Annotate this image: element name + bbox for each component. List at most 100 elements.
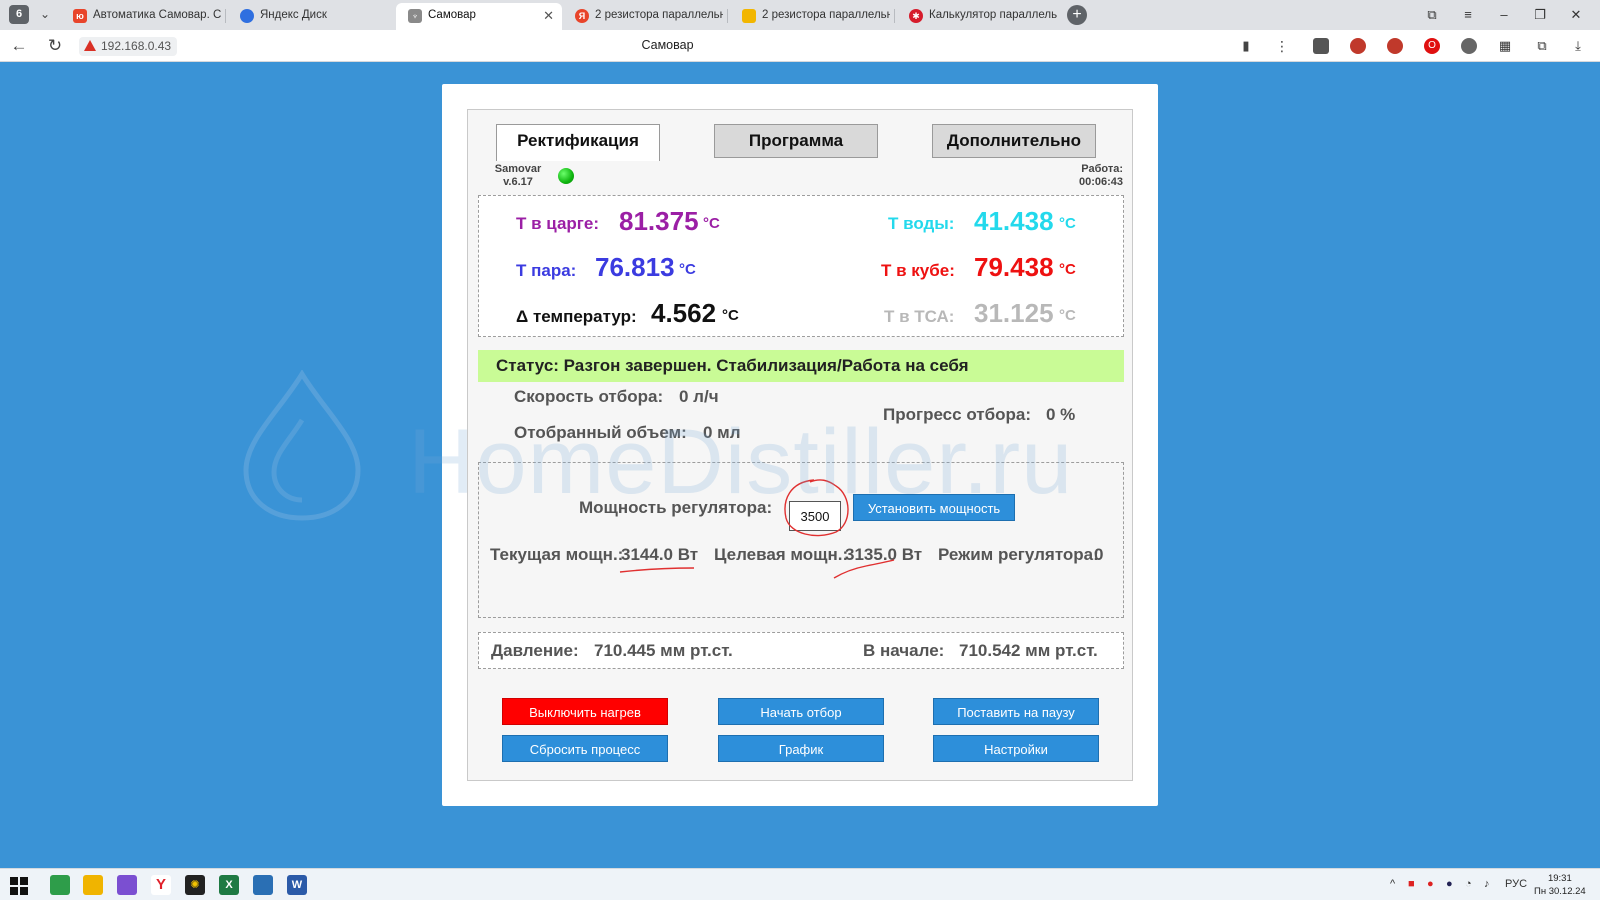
opera-icon[interactable]: O	[1424, 38, 1440, 54]
taskbar-clock[interactable]: 19:31 Пн 30.12.24	[1534, 872, 1586, 898]
image-viewer-icon[interactable]	[253, 875, 273, 895]
extension-icon[interactable]	[1350, 38, 1366, 54]
app-icon[interactable]	[50, 875, 70, 895]
target-power-label: Целевая мощн.:	[714, 545, 849, 564]
annotation-circle	[784, 479, 849, 537]
pause-button[interactable]: Поставить на паузу	[933, 698, 1099, 725]
regulator-mode-value: 0	[1094, 545, 1104, 564]
close-window-icon[interactable]: ✕	[1566, 5, 1586, 25]
new-tab-button[interactable]: +	[1067, 5, 1087, 25]
speed-label: Скорость отбора:	[514, 387, 664, 406]
tab-divider	[727, 9, 728, 23]
volume-label: Отобранный объем:	[514, 423, 687, 442]
browser-tab[interactable]: 2 резистора параллельно	[730, 3, 890, 30]
tab-divider	[894, 9, 895, 23]
pressure-start-label: В начале:	[863, 641, 945, 660]
progress-label: Прогресс отбора:	[883, 405, 1031, 424]
close-icon[interactable]: ✕	[543, 3, 554, 28]
panel-frame: Ректификация Программа Дополнительно Sam…	[467, 109, 1133, 781]
voda-unit: °C	[1059, 215, 1076, 232]
chevron-up-icon[interactable]: ^	[1390, 878, 1395, 890]
pressure-panel: Давление: 710.445 мм рт.ст. В начале: 71…	[478, 632, 1124, 669]
menu-icon[interactable]: ≡	[1458, 5, 1478, 25]
qr-code-icon[interactable]: ▦	[1497, 38, 1513, 54]
volume-value: 0 мл	[703, 423, 741, 442]
regulator-power-label: Мощность регулятора:	[579, 498, 773, 517]
tab-rectification[interactable]: Ректификация	[496, 124, 660, 161]
windows-start-icon[interactable]	[10, 877, 28, 895]
downloads-icon[interactable]: ⤓	[1570, 38, 1586, 54]
volume-icon[interactable]: ♪	[1484, 878, 1490, 890]
set-power-button[interactable]: Установить мощность	[853, 494, 1015, 521]
speed-value: 0 л/ч	[679, 387, 719, 406]
tsarga-label: Т в царге:	[516, 214, 599, 233]
url-field[interactable]: 192.168.0.43	[79, 37, 178, 56]
network-icon[interactable]: ◔	[1465, 878, 1472, 890]
collections-icon[interactable]: ⧉	[1534, 38, 1550, 54]
extension-icon[interactable]	[1461, 38, 1477, 54]
restore-icon[interactable]: ❐	[1530, 5, 1550, 25]
browser-tab[interactable]: ю Автоматика Самовар. Ст	[61, 3, 221, 30]
tray-icon[interactable]: ■	[1408, 878, 1415, 890]
image-favicon-icon	[742, 9, 756, 23]
excel-icon[interactable]: X	[219, 875, 239, 895]
bookmarks-panel-icon[interactable]: ⧉	[1422, 5, 1442, 25]
browser-tab-bar: 6 ⌄ ю Автоматика Самовар. Ст Яндекс Диск…	[0, 0, 1600, 30]
browser-tab[interactable]: Яндекс Диск	[228, 3, 388, 30]
para-label: Т пара:	[516, 261, 577, 280]
language-indicator[interactable]: РУС	[1505, 878, 1527, 890]
insecure-warning-icon	[84, 40, 96, 51]
more-icon[interactable]: ⋮	[1272, 36, 1292, 56]
tsa-value: 31.125	[974, 298, 1054, 328]
para-unit: °C	[679, 261, 696, 278]
app-icon[interactable]: ✺	[185, 875, 205, 895]
visual-studio-icon[interactable]	[117, 875, 137, 895]
word-icon[interactable]: W	[287, 875, 307, 895]
pressure-start-value: 710.542 мм рт.ст.	[959, 641, 1098, 660]
annotation-underline	[833, 559, 895, 579]
tray-icon[interactable]: ●	[1427, 878, 1434, 890]
tab-additional[interactable]: Дополнительно	[932, 124, 1096, 158]
voda-value: 41.438	[974, 206, 1054, 236]
regulator-mode-label: Режим регулятора:	[938, 545, 1099, 564]
reload-icon[interactable]: ↻	[45, 36, 65, 56]
graph-button[interactable]: График	[718, 735, 884, 762]
page-title: Самовар	[641, 38, 694, 52]
device-info: Samovar v.6.17	[494, 163, 542, 188]
delta-unit: °C	[722, 307, 739, 324]
bookmark-icon[interactable]: ▮	[1236, 36, 1256, 56]
minimize-icon[interactable]: –	[1494, 5, 1514, 25]
steam-icon[interactable]: ●	[1446, 878, 1453, 890]
file-explorer-icon[interactable]	[83, 875, 103, 895]
yandex-browser-icon[interactable]: Y	[151, 875, 171, 895]
browser-tab[interactable]: ✱ Калькулятор параллельно	[897, 3, 1057, 30]
tab-program[interactable]: Программа	[714, 124, 878, 158]
site-favicon-icon: ю	[73, 9, 87, 23]
annotation-underline	[619, 567, 695, 573]
extension-icon[interactable]	[1387, 38, 1403, 54]
samovar-favicon-icon: ♆	[408, 9, 422, 23]
extension-icon[interactable]	[1313, 38, 1329, 54]
chevron-down-icon[interactable]: ⌄	[37, 6, 53, 22]
delta-label: Δ температур:	[516, 307, 637, 326]
tsa-unit: °C	[1059, 307, 1076, 324]
tsarga-unit: °C	[703, 215, 720, 232]
work-time: Работа: 00:06:43	[1078, 163, 1123, 188]
current-power-label: Текущая мощн.:	[490, 545, 624, 564]
tab-count-badge[interactable]: 6	[9, 5, 29, 24]
back-arrow-icon[interactable]: ←	[9, 36, 29, 56]
heat-off-button[interactable]: Выключить нагрев	[502, 698, 668, 725]
tab-divider	[225, 9, 226, 23]
address-bar: ← ↻ 192.168.0.43 Самовар ▮ ⋮ O ▦ ⧉ ⤓	[0, 30, 1600, 62]
connection-status-led	[558, 168, 574, 184]
reset-process-button[interactable]: Сбросить процесс	[502, 735, 668, 762]
browser-tab-active[interactable]: ♆ Самовар ✕	[396, 3, 562, 30]
yandex-disk-icon	[240, 9, 254, 23]
start-selection-button[interactable]: Начать отбор	[718, 698, 884, 725]
samovar-panel: Ректификация Программа Дополнительно Sam…	[442, 84, 1158, 806]
yandex-icon: Я	[575, 9, 589, 23]
settings-button[interactable]: Настройки	[933, 735, 1099, 762]
voda-label: Т воды:	[888, 214, 955, 233]
browser-tab[interactable]: Я 2 резистора параллельно	[563, 3, 723, 30]
kub-label: Т в кубе:	[881, 261, 955, 280]
